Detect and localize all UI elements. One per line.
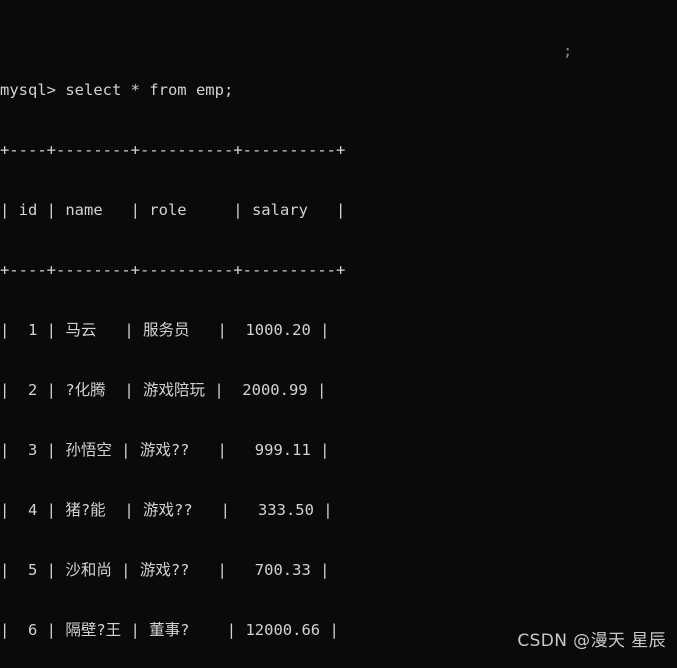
table1-header-row: | id | name | role | salary | [0, 201, 346, 219]
mysql-terminal-window[interactable]: mysql> select * from emp; +----+--------… [0, 0, 677, 668]
table-row: | 2 | ?化腾 | 游戏陪玩 | 2000.99 | [0, 381, 327, 399]
table-row: | 3 | 孙悟空 | 游戏?? | 999.11 | [0, 441, 330, 459]
table-row: | 1 | 马云 | 服务员 | 1000.20 | [0, 321, 330, 339]
table1-rule-mid: +----+--------+----------+----------+ [0, 261, 346, 279]
command-line-select-all: mysql> select * from emp; [0, 81, 234, 99]
terminal-screen: mysql> select * from emp; +----+--------… [0, 0, 616, 668]
table-row: | 4 | 猪?能 | 游戏?? | 333.50 | [0, 501, 333, 519]
semicolon-artifact: ; [563, 42, 573, 60]
table1-rule-top: +----+--------+----------+----------+ [0, 141, 346, 159]
csdn-watermark: CSDN @漫天 星辰 [517, 631, 666, 651]
table-row: | 5 | 沙和尚 | 游戏?? | 700.33 | [0, 561, 330, 579]
